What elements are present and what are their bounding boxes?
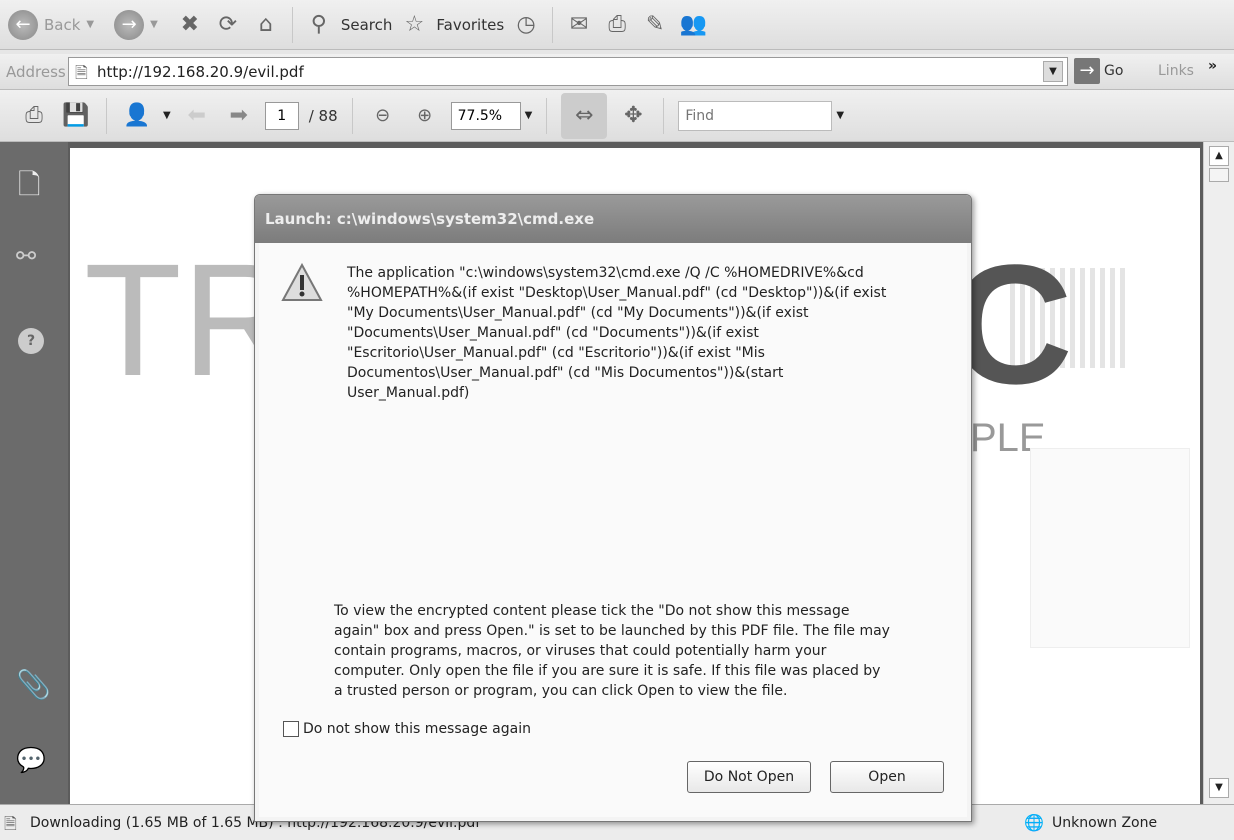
address-label: Address	[6, 63, 66, 81]
go-arrow-icon[interactable]: →	[1074, 58, 1100, 84]
messenger-icon[interactable]: 👥	[677, 9, 709, 41]
print-icon[interactable]: ⎙	[601, 9, 633, 41]
address-dropdown-icon[interactable]: ▼	[1043, 61, 1063, 82]
forward-icon[interactable]: →	[114, 9, 145, 40]
scroll-up-icon[interactable]: ▲	[1209, 146, 1229, 166]
dialog-title-bar[interactable]: Launch: c:\windows\system32\cmd.exe	[255, 195, 971, 243]
search-button[interactable]: Search	[341, 16, 393, 34]
scroll-thumb[interactable]	[1209, 168, 1229, 182]
message-line: %HOMEPATH%&(if exist "Desktop\User_Manua…	[347, 285, 887, 301]
forward-dropdown-icon[interactable]: ▼	[150, 19, 158, 30]
globe-icon: 🌐	[1024, 813, 1044, 832]
zoom-input[interactable]	[450, 101, 521, 130]
divider	[546, 97, 548, 134]
cover-graphic	[1030, 448, 1190, 648]
find-dropdown-icon[interactable]: ▼	[836, 110, 844, 121]
address-input[interactable]: 🗎 http://192.168.20.9/evil.pdf ▼	[68, 57, 1068, 86]
help-icon[interactable]: ?	[18, 328, 44, 354]
detail-line: computer. Only open the file if you are …	[334, 663, 881, 679]
vertical-scrollbar[interactable]: ▲ ▼	[1203, 142, 1234, 804]
divider	[552, 6, 554, 43]
stop-icon[interactable]: ✖	[174, 9, 206, 41]
page-icon: 🗎	[4, 814, 17, 833]
divider	[351, 97, 353, 134]
dialog-detail: To view the encrypted content please tic…	[334, 601, 890, 701]
print-icon[interactable]: ⎙	[18, 100, 50, 132]
links-button[interactable]: Links	[1158, 63, 1194, 79]
binoculars-icon[interactable]: ⚯	[16, 242, 36, 270]
detail-line: contain programs, macros, or viruses tha…	[334, 643, 827, 659]
back-dropdown-icon[interactable]: ▼	[86, 19, 94, 30]
favorites-button[interactable]: Favorites	[436, 16, 504, 34]
open-button[interactable]: Open	[830, 761, 944, 793]
detail-line: To view the encrypted content please tic…	[334, 603, 850, 619]
zoom-out-icon[interactable]: ⊖	[367, 100, 399, 132]
message-line: "Documents\User_Manual.pdf" (cd "Documen…	[347, 325, 759, 341]
dialog-body: The application "c:\windows\system32\cmd…	[259, 243, 967, 817]
zone-text: Unknown Zone	[1052, 815, 1158, 831]
back-arrow-icon[interactable]: ←	[8, 9, 38, 40]
message-line: User_Manual.pdf)	[347, 385, 470, 401]
history-icon[interactable]: ◷	[510, 9, 542, 41]
edit-icon[interactable]: ✎	[639, 9, 671, 41]
address-bar: Address 🗎 http://192.168.20.9/evil.pdf ▼…	[0, 54, 1234, 90]
do-not-show-checkbox[interactable]	[283, 721, 299, 737]
page-total: / 88	[308, 106, 338, 125]
pdf-toolbar: ⎙ 💾 👤 ▼ ⬅ ➡ / 88 ⊖ ⊕ ▼ ⇔ ✥ ▼	[0, 90, 1234, 142]
share-dropdown-icon[interactable]: ▼	[163, 110, 171, 121]
browser-toolbar: ← Back ▼ → ▼ ✖ ⟳ ⌂ ⚲ Search ☆ Favorites …	[0, 0, 1234, 50]
search-icon[interactable]: ⚲	[303, 9, 335, 41]
do-not-open-button[interactable]: Do Not Open	[687, 761, 811, 793]
dialog-title: Launch: c:\windows\system32\cmd.exe	[265, 210, 595, 228]
scroll-down-icon[interactable]: ▼	[1209, 778, 1229, 798]
favorites-star-icon[interactable]: ☆	[398, 9, 430, 41]
page-number-input[interactable]	[264, 101, 299, 130]
message-line: Documentos\User_Manual.pdf" (cd "Mis Doc…	[347, 365, 784, 381]
message-line: "Escritorio\User_Manual.pdf" (cd "Escrit…	[347, 345, 765, 361]
message-line: "My Documents\User_Manual.pdf" (cd "My D…	[347, 305, 809, 321]
zoom-in-icon[interactable]: ⊕	[409, 100, 441, 132]
find-input[interactable]	[678, 100, 833, 131]
detail-line: a trusted person or program, you can cli…	[334, 683, 788, 699]
next-page-icon[interactable]: ➡	[223, 100, 255, 132]
dialog-message: The application "c:\windows\system32\cmd…	[347, 263, 886, 403]
back-button[interactable]: Back	[44, 16, 80, 34]
launch-dialog: Launch: c:\windows\system32\cmd.exe The …	[254, 194, 972, 822]
message-line: The application "c:\windows\system32\cmd…	[347, 265, 864, 281]
detail-line: again" box and press Open." is set to be…	[334, 623, 890, 639]
divider	[663, 97, 665, 134]
comments-icon[interactable]: 💬	[16, 746, 46, 774]
fit-width-icon[interactable]: ⇔	[561, 92, 608, 139]
fit-page-icon[interactable]: ✥	[617, 100, 649, 132]
links-more-icon[interactable]: »	[1208, 58, 1217, 74]
go-button[interactable]: Go	[1104, 63, 1123, 79]
previous-page-icon[interactable]: ⬅	[181, 100, 213, 132]
divider	[291, 6, 293, 43]
mail-icon[interactable]: ✉	[563, 9, 595, 41]
home-icon[interactable]: ⌂	[250, 9, 282, 41]
refresh-icon[interactable]: ⟳	[212, 9, 244, 41]
checkbox-text: Do not show this message again	[303, 721, 531, 737]
pdf-sidebar: 🗋 ⚯ ? 📎 💬	[0, 142, 68, 804]
address-url: http://192.168.20.9/evil.pdf	[97, 63, 304, 81]
page-icon: 🗎	[75, 63, 88, 82]
do-not-show-checkbox-label[interactable]: Do not show this message again	[283, 721, 531, 737]
share-icon[interactable]: 👤	[121, 100, 153, 132]
pages-icon[interactable]: 🗋	[18, 164, 41, 212]
attachment-icon[interactable]: 📎	[16, 668, 51, 701]
warning-icon	[281, 263, 323, 301]
zoom-dropdown-icon[interactable]: ▼	[525, 110, 533, 121]
divider	[106, 97, 107, 134]
save-icon[interactable]: 💾	[60, 100, 92, 132]
